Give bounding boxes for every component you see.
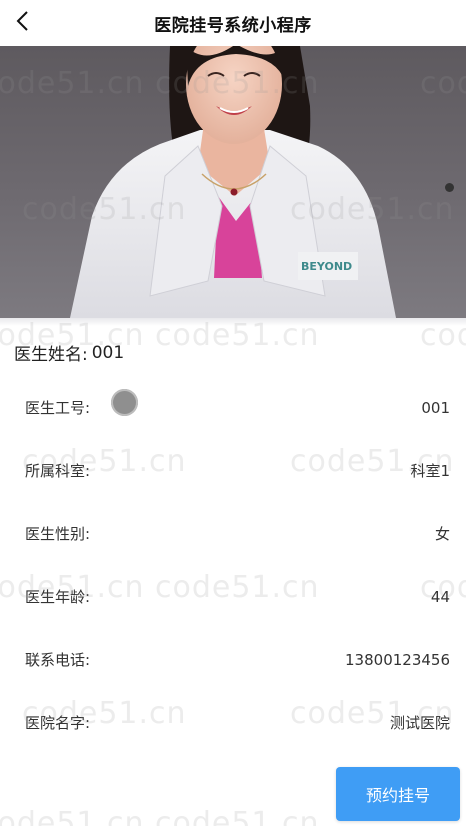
coat-logo-text: BEYOND bbox=[301, 260, 352, 273]
doctor-name-row: 医生姓名: 001 bbox=[14, 340, 125, 366]
info-row-hospital: 医院名字: 测试医院 bbox=[0, 691, 466, 754]
watermark: code51.cn bbox=[155, 806, 320, 826]
info-label: 所属科室: bbox=[25, 462, 91, 480]
info-label: 医院名字: bbox=[25, 714, 91, 732]
info-label: 医生性别: bbox=[25, 525, 91, 543]
chevron-left-icon bbox=[16, 11, 28, 31]
nav-bar: 医院挂号系统小程序 bbox=[0, 0, 466, 46]
doctor-portrait-image: BEYOND bbox=[70, 46, 396, 318]
info-label: 医生工号: bbox=[25, 399, 91, 417]
info-value: 13800123456 bbox=[345, 650, 450, 669]
info-value: 女 bbox=[434, 525, 450, 543]
info-row-age: 医生年龄: 44 bbox=[0, 565, 466, 628]
book-appointment-button[interactable]: 预约挂号 bbox=[336, 767, 460, 821]
info-value: 测试医院 bbox=[389, 714, 450, 732]
info-row-employee-id: 医生工号: 001 bbox=[0, 376, 466, 439]
floating-assist-ball[interactable] bbox=[111, 389, 138, 416]
back-button[interactable] bbox=[8, 6, 38, 36]
doctor-photo-banner[interactable]: BEYOND bbox=[0, 46, 466, 318]
doctor-name-value: 001 bbox=[91, 342, 125, 363]
info-label: 联系电话: bbox=[25, 651, 91, 669]
info-row-department: 所属科室: 科室1 bbox=[0, 439, 466, 502]
info-row-gender: 医生性别: 女 bbox=[0, 502, 466, 565]
doctor-detail-page: 医院挂号系统小程序 BEYOND 医生姓名: 001 医生工号: 001 所属科… bbox=[0, 0, 466, 826]
info-value: 科室1 bbox=[410, 462, 450, 480]
watermark: code51.cn bbox=[0, 806, 145, 826]
swiper-indicator-dot[interactable] bbox=[445, 183, 454, 192]
info-row-phone: 联系电话: 13800123456 bbox=[0, 628, 466, 691]
doctor-info-list: 医生工号: 001 所属科室: 科室1 医生性别: 女 医生年龄: 44 联系电… bbox=[0, 376, 466, 754]
info-value: 001 bbox=[421, 398, 450, 417]
info-value: 44 bbox=[430, 587, 450, 606]
doctor-name-label: 医生姓名: bbox=[14, 345, 88, 365]
banner-divider bbox=[0, 318, 466, 326]
info-label: 医生年龄: bbox=[25, 588, 91, 606]
page-title: 医院挂号系统小程序 bbox=[154, 15, 312, 36]
